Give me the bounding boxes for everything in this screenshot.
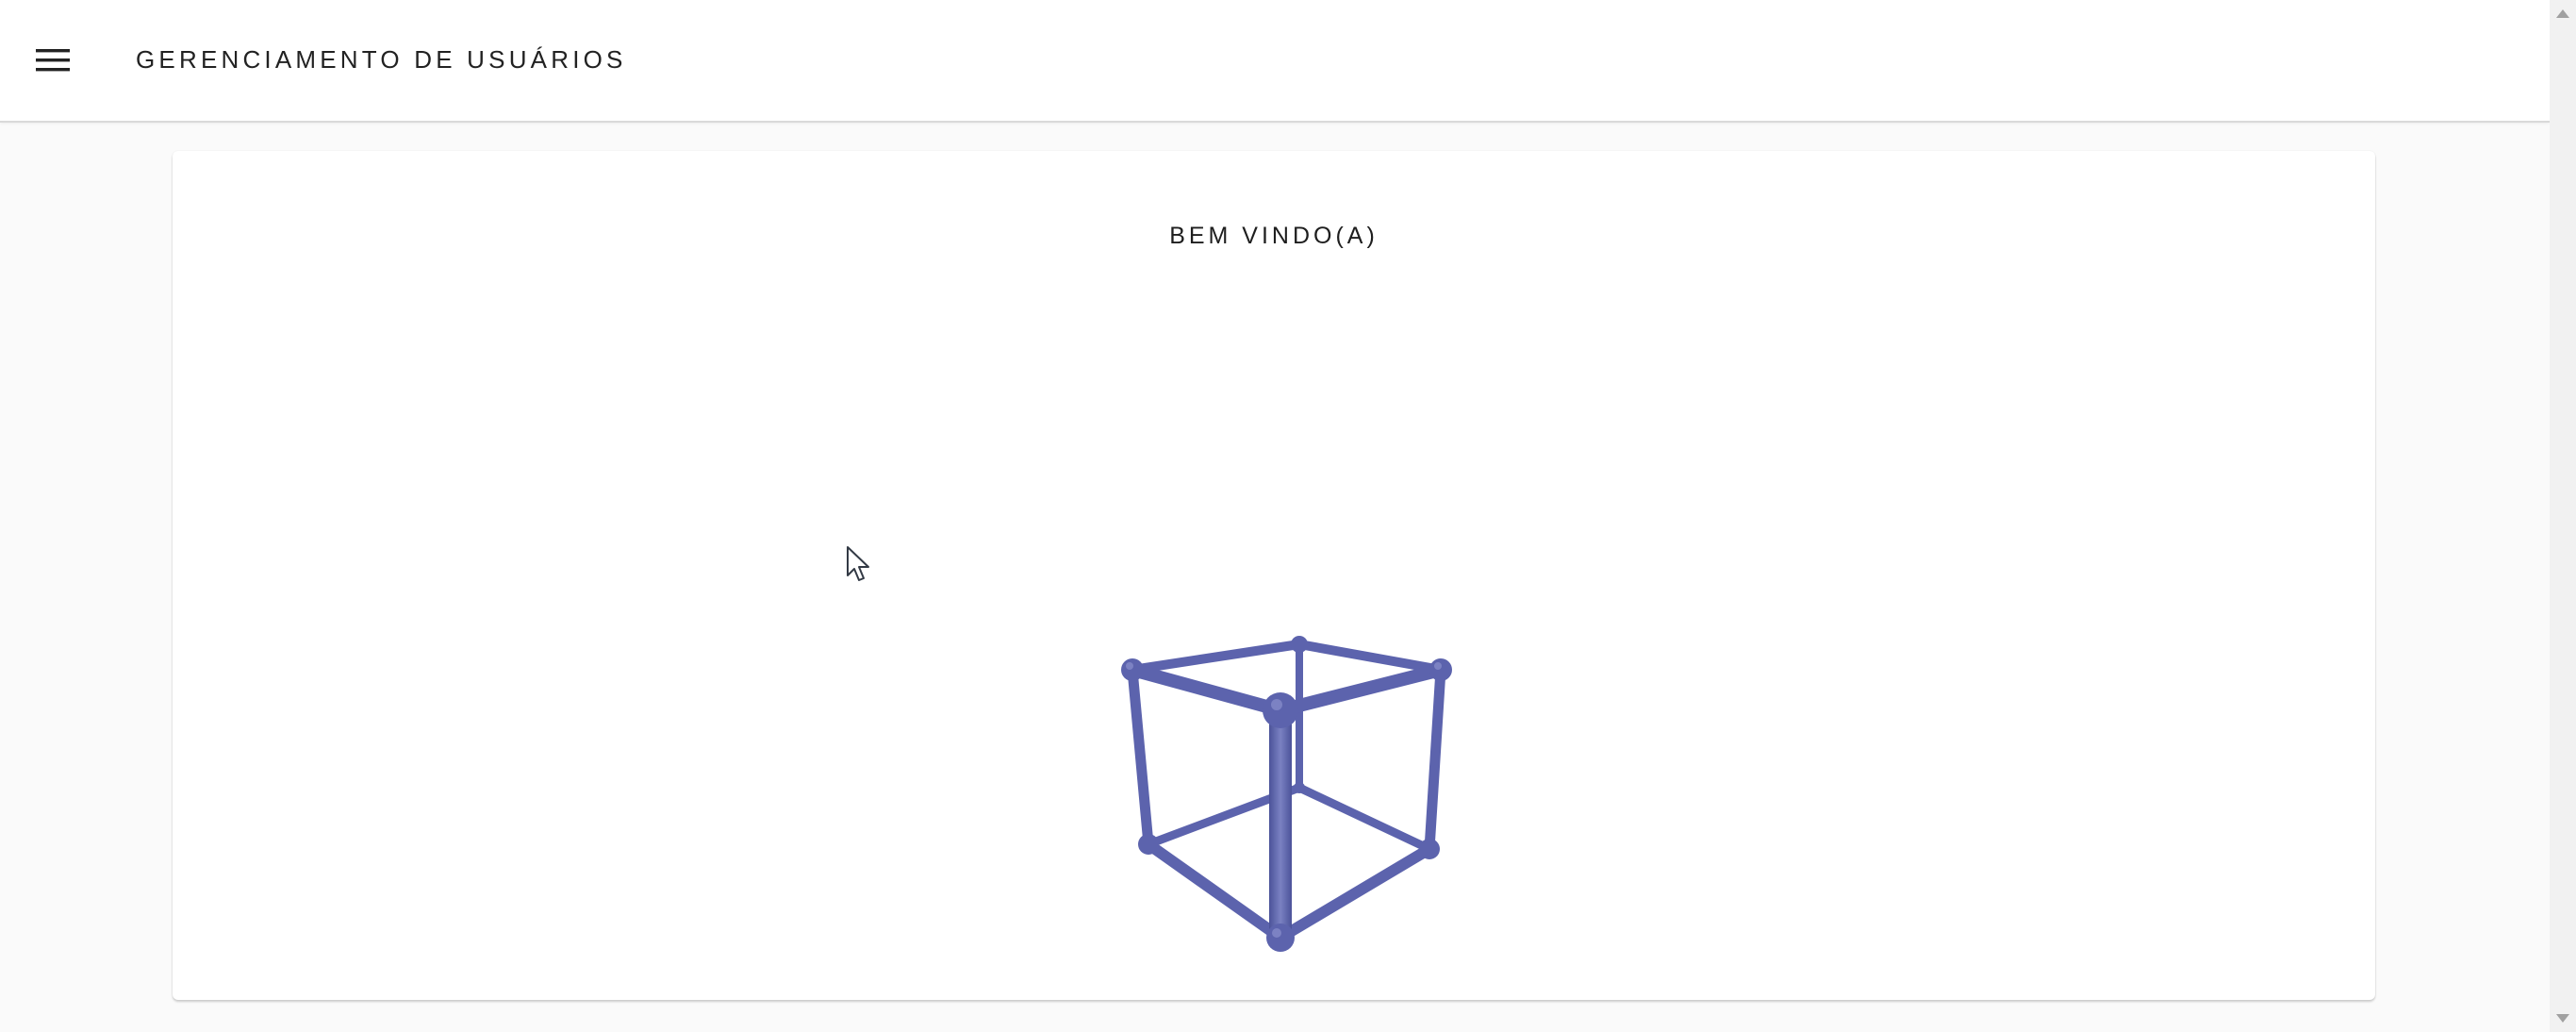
mouse-cursor-icon [846,545,874,588]
app-root: GERENCIAMENTO DE USUÁRIOS BEM VINDO(A) [0,0,2576,1032]
hamburger-menu-icon [36,49,70,72]
top-toolbar: GERENCIAMENTO DE USUÁRIOS [0,0,2550,123]
scroll-up-arrow-icon[interactable] [2550,0,2576,26]
wireframe-cube-icon [1121,636,1452,952]
welcome-card: BEM VINDO(A) [173,151,2375,1000]
menu-button[interactable] [26,38,79,83]
app-title: GERENCIAMENTO DE USUÁRIOS [136,45,627,74]
scroll-thumb[interactable] [2553,30,2572,1000]
cube-illustration [1106,472,1483,1000]
scroll-down-arrow-icon[interactable] [2550,1006,2576,1032]
welcome-heading: BEM VINDO(A) [1169,223,1379,249]
vertical-scrollbar[interactable] [2550,0,2576,1032]
